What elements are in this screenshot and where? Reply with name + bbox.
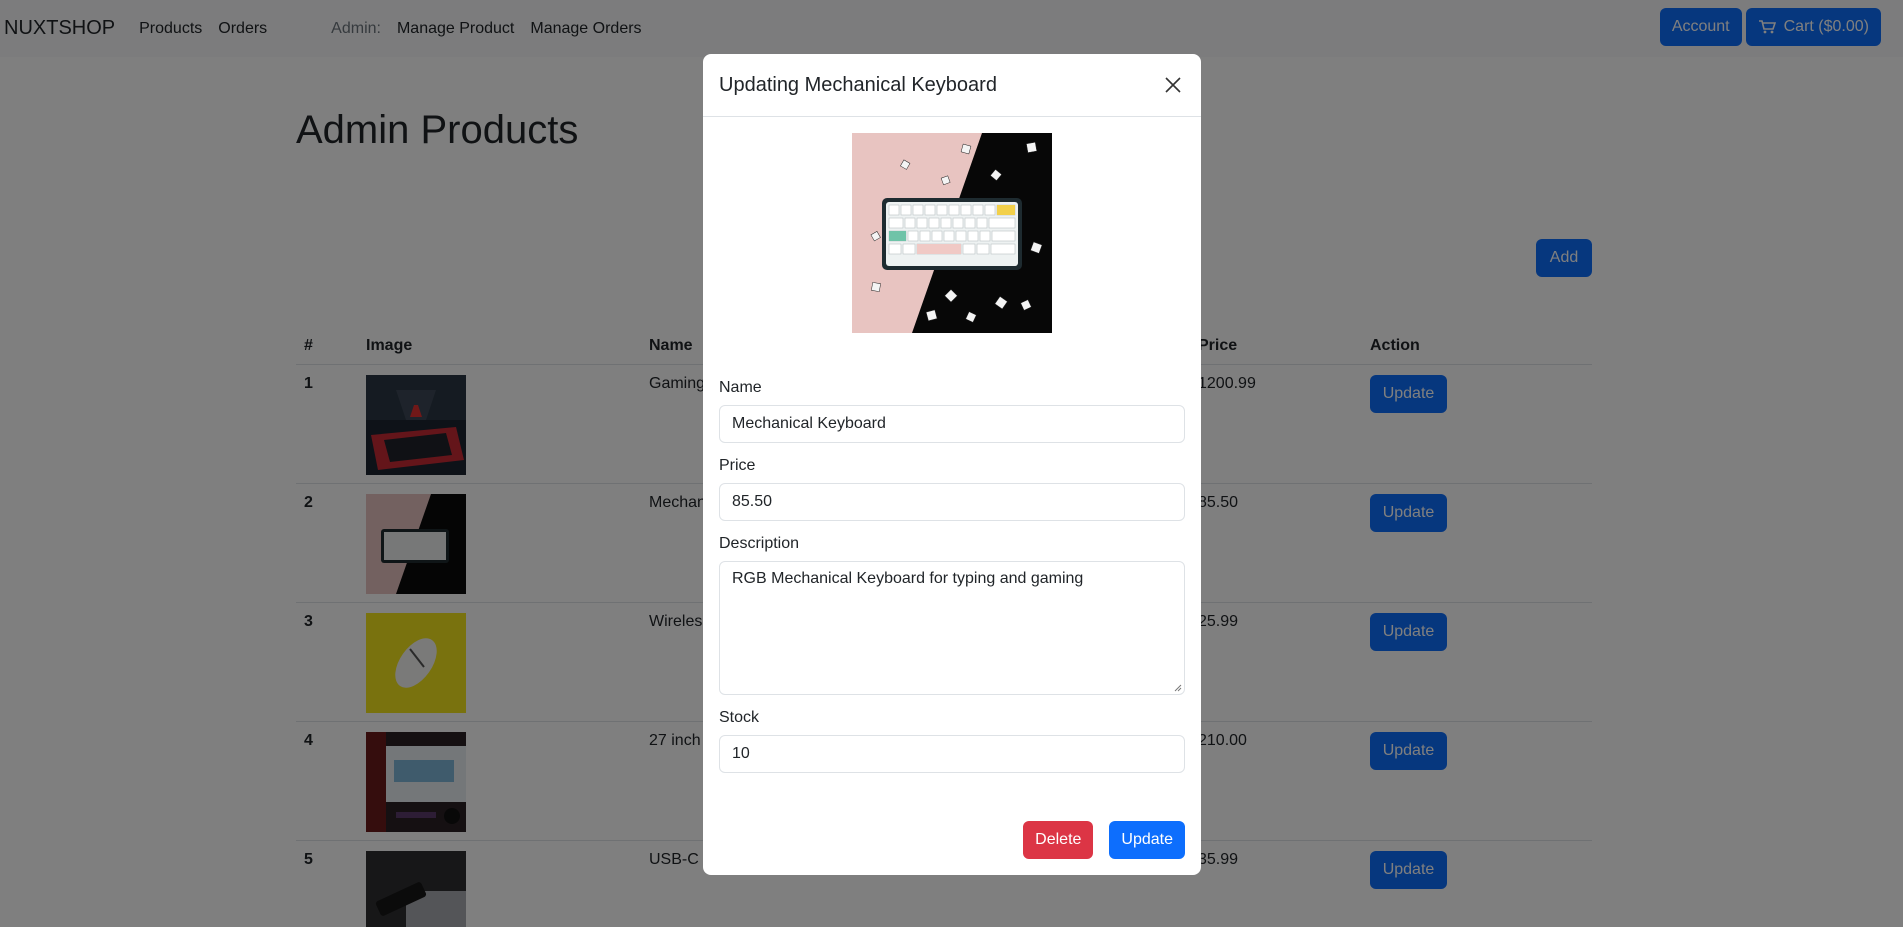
modal-footer: Delete Update	[1023, 821, 1185, 859]
resize-grip-icon[interactable]	[1172, 682, 1182, 692]
delete-button[interactable]: Delete	[1023, 821, 1094, 859]
close-icon	[1165, 77, 1181, 93]
price-input[interactable]: 85.50	[719, 483, 1185, 521]
update-button[interactable]: Update	[1109, 821, 1185, 859]
name-input[interactable]: Mechanical Keyboard	[719, 405, 1185, 443]
product-image-preview	[852, 133, 1052, 333]
modal-title: Updating Mechanical Keyboard	[719, 73, 997, 96]
description-text: RGB Mechanical Keyboard for typing and g…	[732, 570, 1084, 587]
close-button[interactable]	[1161, 73, 1185, 97]
stock-input[interactable]: 10	[719, 735, 1185, 773]
stock-label: Stock	[719, 709, 760, 726]
modal-body: Name Mechanical Keyboard Price 85.50 Des…	[703, 117, 1201, 789]
price-label: Price	[719, 457, 756, 474]
description-label: Description	[719, 535, 800, 552]
modal-header: Updating Mechanical Keyboard	[703, 54, 1201, 117]
name-label: Name	[719, 379, 762, 396]
description-textarea[interactable]: RGB Mechanical Keyboard for typing and g…	[719, 561, 1185, 695]
update-product-modal: Updating Mechanical Keyboard Name Mechan…	[703, 54, 1201, 875]
